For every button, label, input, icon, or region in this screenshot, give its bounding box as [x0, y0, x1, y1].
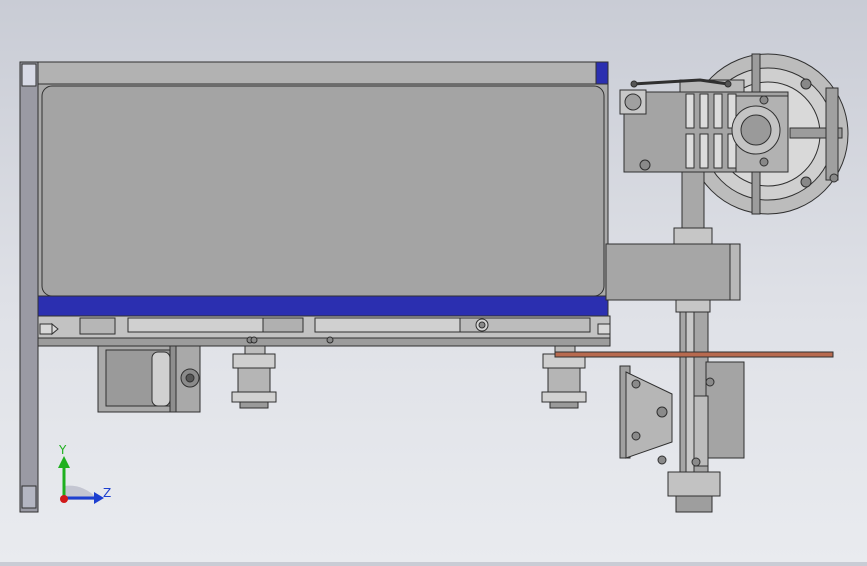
frame-corner-top-right: [595, 61, 609, 85]
z-axis-label: Z: [103, 486, 111, 500]
shaft-coupling-upper: [673, 227, 713, 245]
left-end-plate[interactable]: [19, 61, 39, 513]
cad-viewport[interactable]: Y Z: [0, 0, 867, 562]
origin-dot: [60, 495, 68, 503]
assembly-drawing: Y Z: [19, 53, 849, 513]
housing-cover-panel: [41, 85, 605, 297]
shaft-coupling-lower: [667, 471, 721, 497]
y-axis-label: Y: [58, 443, 67, 457]
rail-bolt-hole: [478, 321, 486, 329]
extrusion-rail[interactable]: [37, 315, 611, 347]
support-foot-1[interactable]: [231, 336, 277, 409]
connecting-block[interactable]: [605, 243, 741, 301]
main-housing[interactable]: [37, 61, 609, 317]
bottom-bracket-left[interactable]: [97, 345, 201, 413]
copper-plate[interactable]: [554, 351, 834, 358]
worm-gearbox[interactable]: [619, 78, 789, 173]
sensor-block: [705, 361, 745, 459]
coordinate-triad: Y Z: [58, 443, 111, 504]
blue-frame-rail: [37, 295, 609, 317]
guide-roller: [151, 351, 171, 407]
